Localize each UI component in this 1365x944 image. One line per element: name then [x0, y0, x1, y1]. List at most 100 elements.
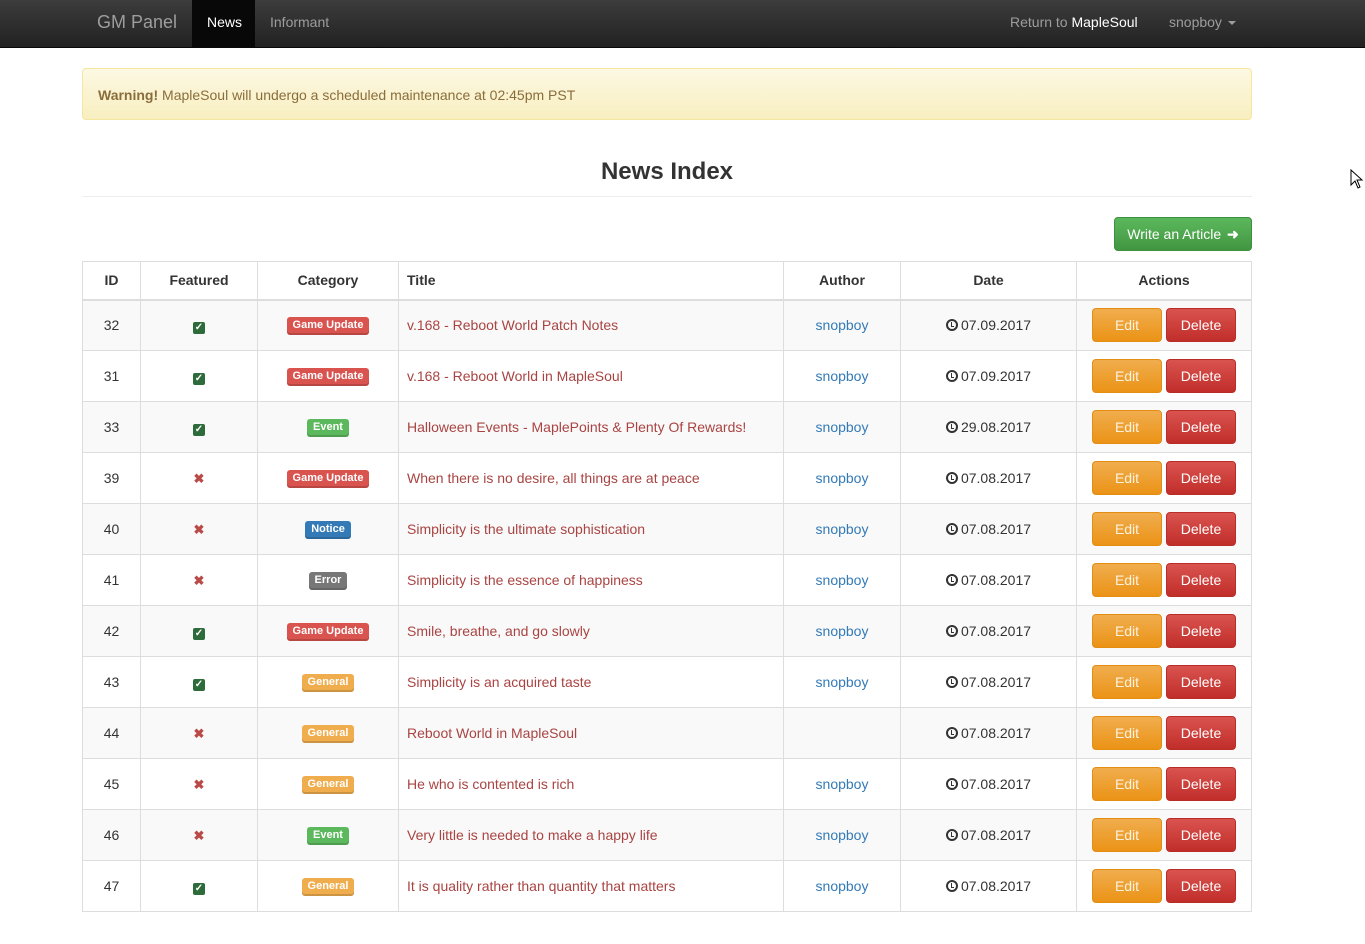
author-link[interactable]: snopboy [816, 572, 869, 588]
edit-button[interactable]: Edit [1092, 614, 1162, 648]
article-title-link[interactable]: Halloween Events - MaplePoints & Plenty … [407, 419, 746, 435]
delete-button[interactable]: Delete [1166, 869, 1236, 903]
brand-logo[interactable]: GM Panel [97, 12, 177, 33]
article-title-link[interactable]: It is quality rather than quantity that … [407, 878, 675, 894]
return-to-site-link[interactable]: Return to MapleSoul [995, 0, 1153, 47]
category-badge: Game Update [286, 368, 370, 386]
category-badge: General [301, 674, 355, 692]
nav-item-informant[interactable]: Informant [255, 0, 344, 47]
article-title-link[interactable]: He who is contented is rich [407, 776, 574, 792]
article-title-link[interactable]: Simplicity is an acquired taste [407, 674, 591, 690]
date-text: 07.08.2017 [960, 827, 1032, 843]
author-link[interactable]: snopboy [816, 521, 869, 537]
author-link[interactable]: snopboy [816, 878, 869, 894]
header-date[interactable]: Date [900, 261, 1077, 301]
author-link[interactable]: snopboy [816, 674, 869, 690]
article-title-link[interactable]: Smile, breathe, and go slowly [407, 623, 590, 639]
author-link[interactable]: snopboy [816, 419, 869, 435]
cell-author: snopboy [783, 503, 901, 555]
article-title-link[interactable]: When there is no desire, all things are … [407, 470, 700, 486]
delete-button[interactable]: Delete [1166, 665, 1236, 699]
header-title[interactable]: Title [398, 261, 784, 301]
cell-date: 07.08.2017 [900, 656, 1077, 708]
delete-button[interactable]: Delete [1166, 767, 1236, 801]
article-title-link[interactable]: v.168 - Reboot World in MapleSoul [407, 368, 623, 384]
cell-date: 07.08.2017 [900, 809, 1077, 861]
delete-button[interactable]: Delete [1166, 818, 1236, 852]
delete-button[interactable]: Delete [1166, 308, 1236, 343]
delete-button[interactable]: Delete [1166, 512, 1236, 546]
edit-button[interactable]: Edit [1092, 410, 1162, 444]
cell-category: Game Update [257, 452, 399, 504]
cell-actions: Edit Delete [1076, 707, 1252, 759]
cell-author: snopboy [783, 401, 901, 453]
header-featured[interactable]: Featured [140, 261, 258, 301]
arrow-right-icon: ➜ [1227, 226, 1239, 242]
edit-button[interactable]: Edit [1092, 512, 1162, 546]
header-id[interactable]: ID [82, 261, 141, 301]
date-text: 07.08.2017 [960, 674, 1032, 690]
header-category[interactable]: Category [257, 261, 399, 301]
author-link[interactable]: snopboy [816, 368, 869, 384]
edit-button[interactable]: Edit [1092, 563, 1162, 597]
edit-button[interactable]: Edit [1092, 767, 1162, 801]
edit-button[interactable]: Edit [1092, 665, 1162, 699]
cell-category: Notice [257, 503, 399, 555]
author-link[interactable]: snopboy [816, 623, 869, 639]
cell-featured: ✓ [140, 350, 258, 402]
delete-button[interactable]: Delete [1166, 716, 1236, 750]
checkbox-checked-icon: ✓ [193, 372, 205, 385]
delete-button[interactable]: Delete [1166, 359, 1236, 393]
cell-category: General [257, 707, 399, 759]
cell-featured: ✓ [140, 656, 258, 708]
article-title-link[interactable]: Simplicity is the essence of happiness [407, 572, 643, 588]
author-link[interactable]: snopboy [816, 317, 869, 333]
delete-button[interactable]: Delete [1166, 461, 1236, 495]
cell-title: He who is contented is rich [398, 758, 784, 810]
clock-icon [945, 472, 958, 484]
user-name: snopboy [1169, 14, 1222, 30]
delete-button[interactable]: Delete [1166, 410, 1236, 444]
cell-id: 46 [82, 809, 141, 861]
article-title-link[interactable]: Very little is needed to make a happy li… [407, 827, 658, 843]
article-title-link[interactable]: Reboot World in MapleSoul [407, 725, 577, 741]
user-dropdown[interactable]: snopboy [1154, 0, 1251, 47]
article-title-link[interactable]: v.168 - Reboot World Patch Notes [407, 317, 618, 333]
delete-button[interactable]: Delete [1166, 614, 1236, 648]
date-text: 07.08.2017 [960, 521, 1032, 537]
write-article-button[interactable]: Write an Article ➜ [1114, 217, 1252, 251]
cell-category: General [257, 860, 399, 912]
table-row: 40 ✖ Notice Simplicity is the ultimate soph… [82, 503, 1252, 555]
author-link[interactable]: snopboy [816, 776, 869, 792]
cell-id: 41 [82, 554, 141, 606]
nav-item-news[interactable]: News [192, 0, 255, 47]
edit-button[interactable]: Edit [1092, 818, 1162, 852]
cell-id: 45 [82, 758, 141, 810]
cell-actions: Edit Delete [1076, 758, 1252, 810]
maintenance-warning-alert: Warning! MapleSoul will undergo a schedu… [82, 68, 1252, 120]
cell-actions: Edit Delete [1076, 809, 1252, 861]
edit-button[interactable]: Edit [1092, 461, 1162, 495]
header-author[interactable]: Author [783, 261, 901, 301]
edit-button[interactable]: Edit [1092, 716, 1162, 750]
cell-featured: ✖ [140, 452, 258, 504]
write-article-label: Write an Article [1127, 226, 1222, 242]
edit-button[interactable]: Edit [1092, 359, 1162, 393]
clock-icon [945, 829, 958, 841]
date-text: 07.08.2017 [960, 725, 1032, 741]
author-link[interactable]: snopboy [816, 470, 869, 486]
author-link[interactable]: snopboy [816, 827, 869, 843]
category-badge: General [301, 878, 355, 896]
table-row: 42 ✓ Game Update Smile, breathe, and go slo… [82, 605, 1252, 657]
cell-author: snopboy [783, 350, 901, 402]
cell-featured: ✖ [140, 809, 258, 861]
delete-button[interactable]: Delete [1166, 563, 1236, 597]
date-text: 07.09.2017 [960, 368, 1032, 384]
article-title-link[interactable]: Simplicity is the ultimate sophisticatio… [407, 521, 645, 537]
news-table: ID Featured Category Title Author Date A… [82, 261, 1252, 912]
edit-button[interactable]: Edit [1092, 308, 1162, 343]
category-badge: Game Update [286, 317, 370, 336]
x-mark-icon: ✖ [193, 521, 205, 537]
edit-button[interactable]: Edit [1092, 869, 1162, 903]
clock-icon [945, 370, 958, 382]
